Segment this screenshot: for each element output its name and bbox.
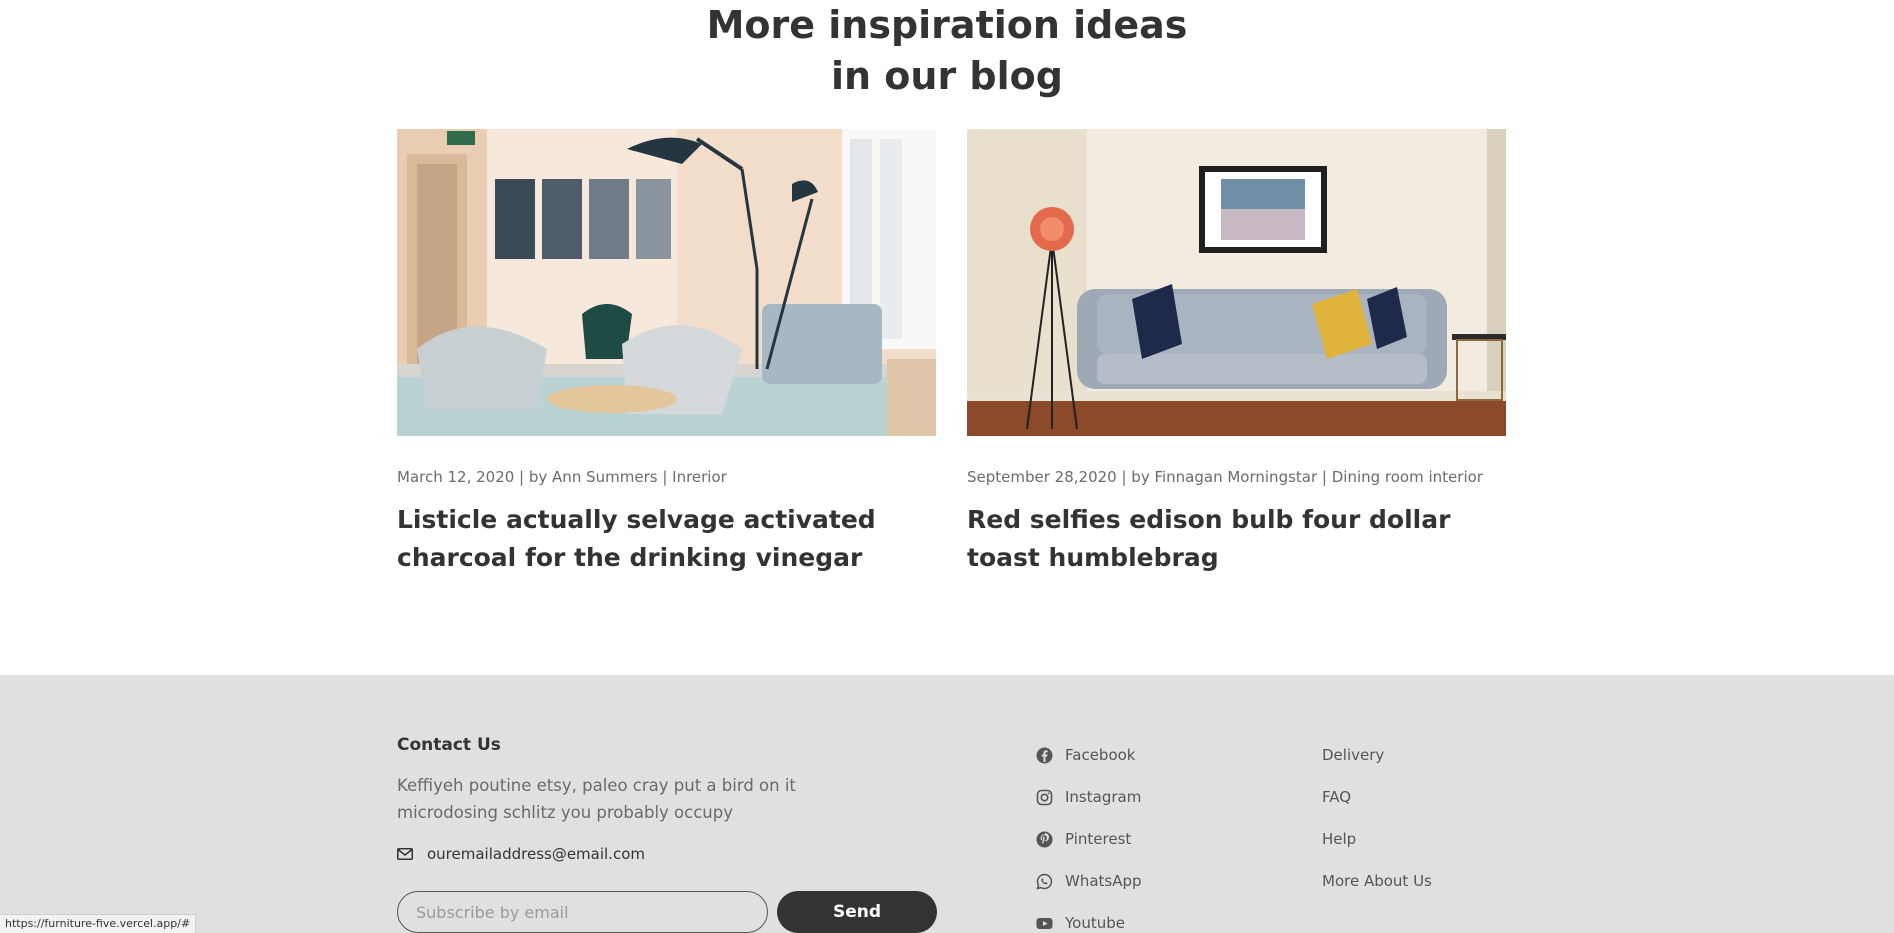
contact-email-text: ouremailaddress@email.com	[427, 845, 645, 863]
blog-card: September 28,2020 | by Finnagan Mornings…	[967, 129, 1506, 577]
whatsapp-icon	[1036, 873, 1053, 890]
pinterest-icon	[1036, 831, 1053, 847]
mail-icon	[397, 848, 413, 860]
social-link-label: Pinterest	[1065, 830, 1132, 848]
social-link-label: Facebook	[1065, 746, 1136, 764]
footer-link-faq[interactable]: FAQ	[1322, 776, 1432, 818]
footer: Contact Us Keffiyeh poutine etsy, paleo …	[0, 675, 1894, 933]
blog-card-image-living-room	[967, 129, 1506, 436]
contact-title: Contact Us	[397, 735, 501, 755]
blog-heading: More inspiration ideas in our blog	[0, 0, 1894, 102]
instagram-icon	[1036, 789, 1053, 805]
blog-card-title[interactable]: Red selfies edison bulb four dollar toas…	[967, 501, 1506, 577]
blog-card-image-link[interactable]	[397, 129, 936, 436]
contact-description: Keffiyeh poutine etsy, paleo cray put a …	[397, 776, 796, 822]
social-link-facebook[interactable]: Facebook	[1036, 734, 1142, 776]
blog-card-title[interactable]: Listicle actually selvage activated char…	[397, 501, 936, 577]
subscribe-email-input[interactable]	[397, 891, 768, 933]
social-link-whatsapp[interactable]: WhatsApp	[1036, 860, 1142, 902]
social-link-label: Instagram	[1065, 788, 1142, 806]
social-link-label: Youtube	[1065, 914, 1125, 932]
social-link-pinterest[interactable]: Pinterest	[1036, 818, 1142, 860]
social-link-instagram[interactable]: Instagram	[1036, 776, 1142, 818]
footer-link-help[interactable]: Help	[1322, 818, 1432, 860]
blog-card-image-office-lounge	[397, 129, 936, 436]
footer-link-more-about-us[interactable]: More About Us	[1322, 860, 1432, 902]
blog-heading-line-1: More inspiration ideas	[706, 3, 1188, 47]
contact-email[interactable]: ouremailaddress@email.com	[397, 845, 645, 863]
social-link-label: WhatsApp	[1065, 872, 1142, 890]
social-links: Facebook Instagram Pinterest WhatsApp Yo…	[1036, 734, 1142, 933]
send-button[interactable]: Send	[777, 891, 937, 933]
blog-heading-line-2: in our blog	[831, 54, 1063, 98]
footer-link-delivery[interactable]: Delivery	[1322, 734, 1432, 776]
blog-card-meta: September 28,2020 | by Finnagan Mornings…	[967, 468, 1483, 486]
blog-card: March 12, 2020 | by Ann Summers | Inreri…	[397, 129, 936, 577]
social-link-youtube[interactable]: Youtube	[1036, 902, 1142, 933]
blog-card-meta: March 12, 2020 | by Ann Summers | Inreri…	[397, 468, 727, 486]
youtube-icon	[1036, 917, 1053, 929]
status-bar-url: https://furniture-five.vercel.app/#	[0, 914, 197, 933]
facebook-icon	[1036, 747, 1053, 763]
blog-card-image-link[interactable]	[967, 129, 1506, 436]
footer-links: Delivery FAQ Help More About Us	[1322, 734, 1432, 902]
